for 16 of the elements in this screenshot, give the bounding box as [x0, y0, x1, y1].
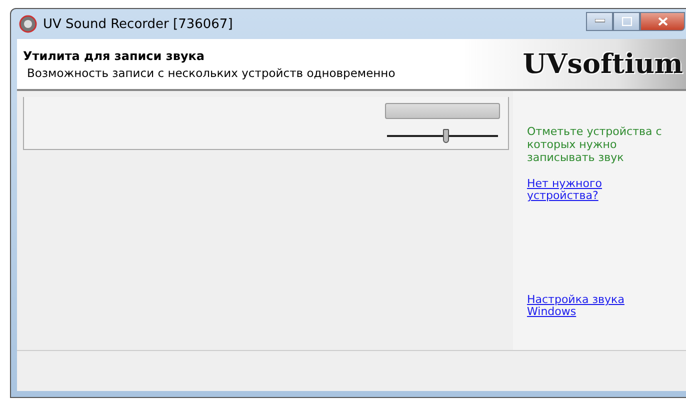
app-icon [19, 15, 37, 33]
maximize-icon [622, 16, 632, 26]
minimize-button[interactable] [586, 12, 613, 30]
hint-text: Отметьте устройства с которых нужно записывать звук [527, 125, 663, 164]
maximize-button[interactable] [613, 12, 640, 30]
minimize-icon [594, 19, 604, 23]
close-icon [658, 16, 668, 26]
close-button[interactable] [640, 12, 685, 30]
slider-thumb[interactable] [442, 129, 449, 143]
window-title: UV Sound Recorder [736067] [43, 16, 233, 32]
app-heading: Утилита для записи звука [23, 48, 206, 62]
sound-settings-link[interactable]: Настройка звука Windows [527, 294, 637, 318]
volume-slider[interactable] [385, 129, 500, 143]
logo: UVsoftium [522, 48, 683, 80]
missing-device-link[interactable]: Нет нужного устройства? [527, 178, 637, 202]
app-subtitle: Возможность записи с нескольких устройств одновременно [26, 66, 396, 80]
